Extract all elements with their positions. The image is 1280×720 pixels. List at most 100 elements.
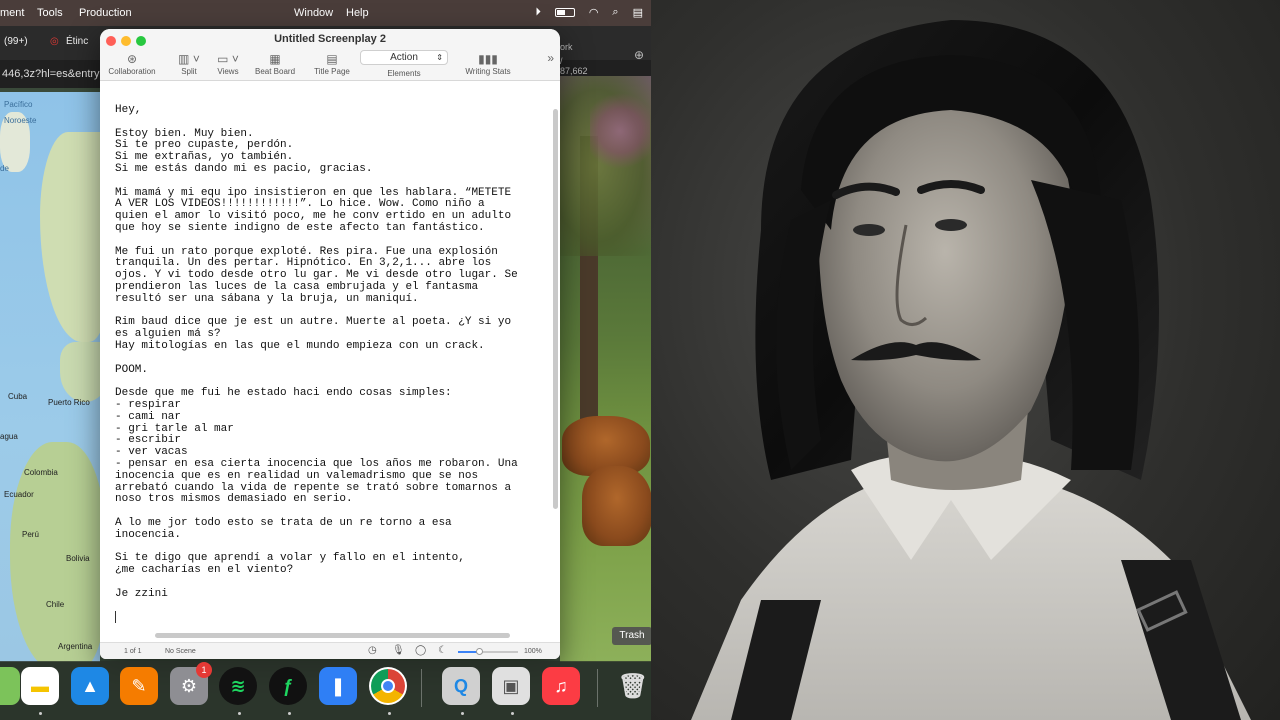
dock-running-dot — [288, 712, 291, 715]
music-app-icon[interactable]: ♫ — [542, 667, 580, 705]
final-draft-app-icon[interactable]: ƒ — [269, 667, 307, 705]
split-icon: ▥ ˅ — [178, 52, 200, 66]
collaboration-icon: ⊛ — [126, 52, 138, 66]
map-label-11: Argentina — [58, 642, 93, 651]
bookmark-app-icon[interactable]: ❚ — [319, 667, 357, 705]
portrait-illustration — [691, 20, 1251, 720]
trash-tooltip: Trash — [612, 627, 651, 645]
beat-board-label: Beat Board — [254, 67, 296, 76]
views-icon: ▭ ˅ — [217, 52, 239, 66]
select-arrows-icon: ⇕ — [436, 53, 443, 62]
wifi-icon[interactable]: ◠ — [589, 6, 599, 19]
pages-app-icon[interactable]: ✎ — [120, 667, 158, 705]
browser-tab-label[interactable]: Étinc — [66, 36, 88, 47]
map-label-9: Bolivia — [66, 554, 90, 563]
menu-bar: ment Tools Production Window Help ⏵ ◠ ⌕ … — [0, 0, 651, 26]
menu-item-help[interactable]: Help — [346, 7, 369, 19]
beat-board-button[interactable]: ▦ Beat Board — [252, 51, 298, 76]
dock-running-dot — [388, 712, 391, 715]
zoom-level: 100% — [524, 648, 542, 655]
element-type-value: Action — [390, 52, 418, 63]
map-label-4: Puerto Rico — [48, 398, 90, 407]
menu-item-production[interactable]: Production — [79, 7, 132, 19]
focus-icon[interactable]: ◯ — [415, 645, 426, 656]
night-mode-icon[interactable]: ☾ — [438, 645, 447, 656]
dock-app-partial[interactable] — [0, 667, 20, 705]
map-label-5: agua — [0, 432, 18, 441]
side-info-line-1: ork — [560, 42, 573, 52]
keynote-app-icon[interactable]: ▲ — [71, 667, 109, 705]
window-titlebar: Untitled Screenplay 2 ⊛ Collaboration ▥ … — [100, 29, 560, 81]
map-label-3: Cuba — [8, 392, 28, 401]
notes-app-icon[interactable]: ▬ — [21, 667, 59, 705]
search-icon[interactable]: ⌕ — [612, 6, 618, 19]
collaboration-label: Collaboration — [108, 67, 156, 76]
dock-running-dot — [238, 712, 241, 715]
dock-running-dot — [461, 712, 464, 715]
bar-chart-icon: ▮▮▮ — [478, 52, 498, 66]
browser-tab-record-icon: ◎ — [50, 36, 59, 47]
text-caret — [115, 611, 116, 623]
vertical-scrollbar[interactable] — [553, 109, 558, 509]
preview-app-icon[interactable]: ▣ — [492, 667, 530, 705]
map-label-6: Colombia — [24, 468, 58, 477]
cows-photo — [560, 76, 651, 662]
dock-separator-2 — [597, 669, 598, 707]
battery-icon[interactable] — [554, 8, 575, 17]
views-label: Views — [217, 67, 239, 76]
trash-icon[interactable]: 🗑 — [614, 667, 651, 705]
map-label-8: Perú — [22, 530, 39, 539]
map-label-1: Noroeste — [4, 116, 37, 125]
control-center-icon[interactable]: ▤ — [633, 6, 643, 19]
browser-tab-count[interactable]: (99+) — [4, 36, 28, 47]
split-label: Split — [181, 67, 197, 76]
menu-item-tools[interactable]: Tools — [37, 7, 63, 19]
mac-desktop: ment Tools Production Window Help ⏵ ◠ ⌕ … — [0, 0, 651, 720]
final-draft-window[interactable]: Untitled Screenplay 2 ⊛ Collaboration ▥ … — [100, 29, 560, 659]
zoom-slider-knob[interactable] — [476, 648, 483, 655]
dock-running-dot — [39, 712, 42, 715]
menu-item-window[interactable]: Window — [294, 7, 333, 19]
timer-icon[interactable]: ◷ — [368, 645, 377, 656]
title-page-icon: ▤ — [326, 52, 338, 66]
menu-status-area: ⏵ ◠ ⌕ ▤ — [535, 6, 643, 19]
spotify-app-icon[interactable]: ≋ — [219, 667, 257, 705]
script-body[interactable]: Hey, Estoy bien. Muy bien. Si te preo cu… — [115, 104, 540, 600]
map-view[interactable]: Pacífico Noroeste de Cuba Puerto Rico ag… — [0, 92, 100, 662]
map-label-0: Pacífico — [4, 100, 33, 109]
map-label-2: de — [0, 164, 9, 173]
element-type-select[interactable]: Action ⇕ — [360, 50, 448, 65]
toolbar-more-icon[interactable]: » — [547, 51, 554, 65]
writing-stats-label: Writing Stats — [465, 67, 511, 76]
collaboration-button[interactable]: ⊛ Collaboration — [106, 51, 158, 76]
quicktime-app-icon[interactable]: Q — [442, 667, 480, 705]
chrome-app-icon[interactable] — [369, 667, 407, 705]
beat-board-icon: ▦ — [269, 52, 281, 66]
title-page-label: Title Page — [314, 67, 350, 76]
elements-label: Elements — [387, 69, 421, 78]
title-page-button[interactable]: ▤ Title Page — [310, 51, 354, 76]
add-icon[interactable]: ⊕ — [634, 48, 644, 62]
url-text: 446,3z?hl=es&entry= — [2, 68, 106, 80]
writing-stats-button[interactable]: ▮▮▮ Writing Stats — [462, 51, 514, 76]
page-indicator[interactable]: 1 of 1 — [124, 648, 142, 655]
dock-separator — [421, 669, 422, 707]
zoom-slider[interactable] — [458, 648, 518, 655]
script-page[interactable]: Hey, Estoy bien. Muy bien. Si te preo cu… — [100, 81, 552, 641]
microphone-icon[interactable]: 🎙 — [392, 645, 405, 656]
settings-badge: 1 — [196, 662, 212, 678]
split-button[interactable]: ▥ ˅ Split — [174, 51, 204, 76]
dock-running-dot — [511, 712, 514, 715]
screen: ment Tools Production Window Help ⏵ ◠ ⌕ … — [0, 0, 1280, 720]
side-info-line-2: / 87,662 — [560, 56, 588, 76]
scene-indicator[interactable]: No Scene — [165, 648, 196, 655]
horizontal-scrollbar[interactable] — [155, 633, 510, 638]
play-circle-icon[interactable]: ⏵ — [535, 6, 541, 19]
map-label-10: Chile — [46, 600, 65, 609]
portrait-photo — [651, 0, 1280, 720]
window-title: Untitled Screenplay 2 — [274, 33, 386, 45]
dock: ▬ ▲ ✎ ⚙ 1 ≋ ƒ ❚ Q ▣ ♫ 🗑 — [0, 661, 651, 720]
views-button[interactable]: ▭ ˅ Views — [213, 51, 243, 76]
menu-item-ment[interactable]: ment — [0, 7, 24, 19]
map-label-7: Ecuador — [4, 490, 34, 499]
